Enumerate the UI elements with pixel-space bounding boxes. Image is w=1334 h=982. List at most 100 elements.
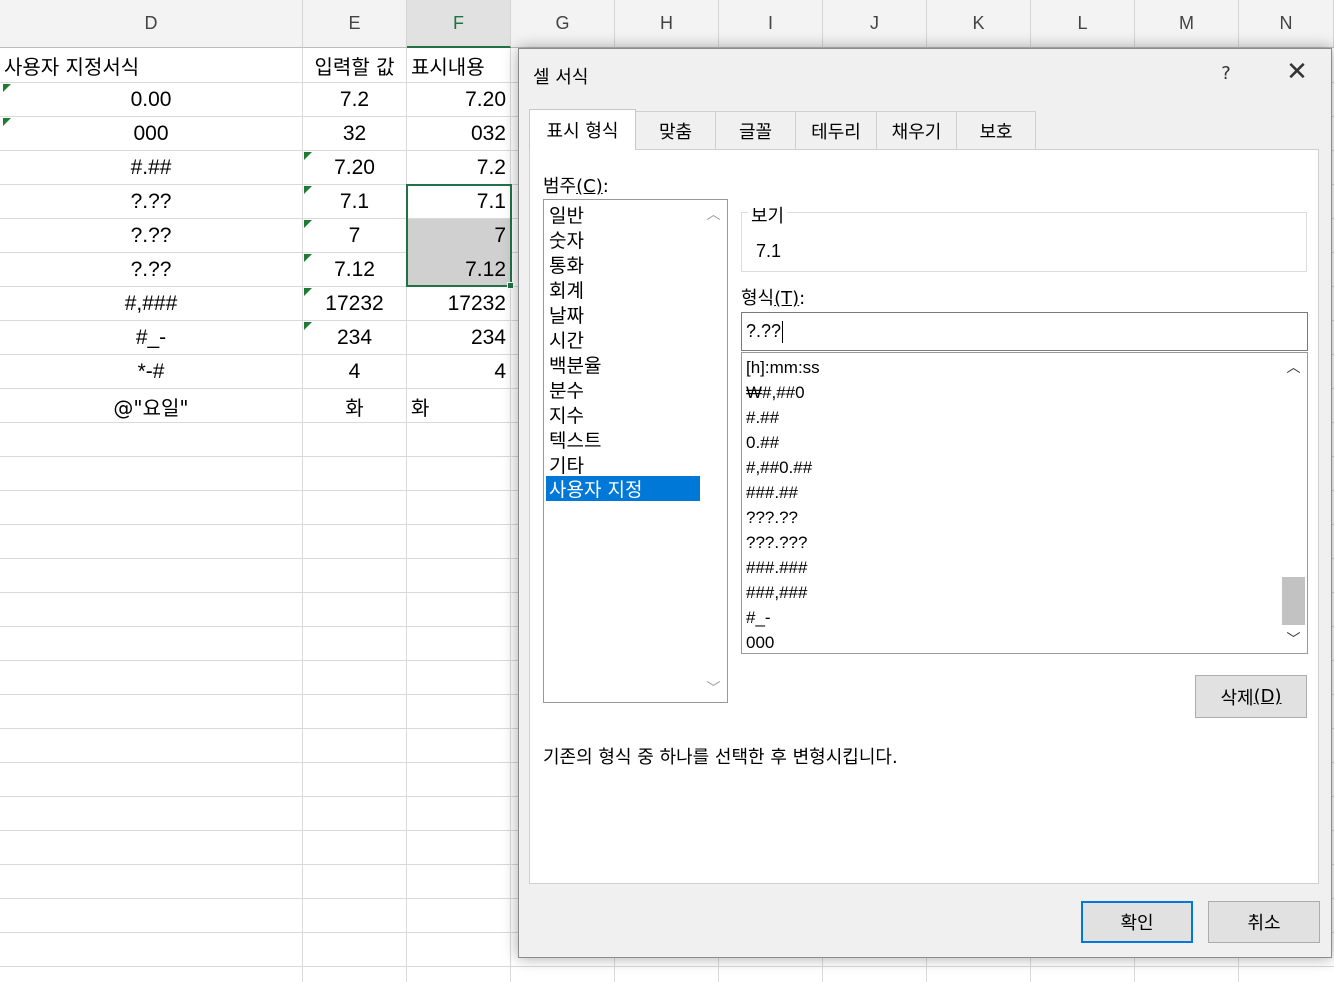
category-scrollbar[interactable]: ︿ ﹀ [700, 200, 727, 702]
format-item[interactable]: ###,### [746, 580, 807, 605]
format-item[interactable]: ###.### [746, 555, 807, 580]
cancel-button[interactable]: 취소 [1208, 901, 1320, 943]
cell-input[interactable]: 화 [303, 389, 406, 423]
category-item-number[interactable]: 숫자 [546, 227, 700, 252]
category-accelerator: (C) [576, 176, 603, 197]
column-header-n[interactable]: N [1239, 0, 1334, 48]
cell-format[interactable]: ?.?? [0, 185, 302, 219]
category-item-date[interactable]: 날짜 [546, 302, 700, 327]
format-listbox[interactable]: [h]:mm:ss ₩#,##0 #.## 0.## #,##0.## ###.… [741, 352, 1308, 654]
cell-format[interactable]: *-# [0, 355, 302, 389]
category-item-text[interactable]: 텍스트 [546, 427, 700, 452]
column-header-d[interactable]: D [0, 0, 303, 48]
cell-display[interactable]: 화 [407, 389, 510, 423]
error-indicator-icon [3, 84, 11, 92]
tab-border[interactable]: 테두리 [795, 111, 877, 150]
number-tab-panel: 범주(C): 일반 숫자 통화 회계 날짜 시간 백분율 분수 지수 텍스트 기… [529, 149, 1319, 884]
tab-number[interactable]: 표시 형식 [529, 109, 636, 150]
format-item[interactable]: ###.## [746, 480, 798, 505]
cell-format[interactable]: #_- [0, 321, 302, 355]
cell-input[interactable]: 4 [303, 355, 406, 389]
format-item[interactable]: #,##0.## [746, 455, 812, 480]
category-item-percentage[interactable]: 백분율 [546, 352, 700, 377]
scroll-down-icon[interactable]: ﹀ [700, 676, 727, 700]
column-header-e[interactable]: E [303, 0, 407, 48]
column-header-g[interactable]: G [511, 0, 615, 48]
error-indicator-icon [304, 152, 312, 160]
scroll-up-icon[interactable]: ︿ [700, 202, 727, 226]
type-input[interactable]: ?.?? [741, 312, 1308, 351]
category-item-currency[interactable]: 통화 [546, 252, 700, 277]
cell-display[interactable]: 4 [407, 355, 510, 389]
tab-font[interactable]: 글꼴 [715, 111, 796, 150]
cell-display[interactable]: 032 [407, 117, 510, 151]
category-item-custom[interactable]: 사용자 지정 [546, 476, 700, 501]
cell-input[interactable]: 7.2 [303, 83, 406, 117]
category-item-accounting[interactable]: 회계 [546, 277, 700, 302]
cell-format[interactable]: @"요일" [0, 389, 302, 423]
cell-input[interactable]: 7.1 [303, 185, 406, 219]
format-item[interactable]: ???.??? [746, 530, 807, 555]
error-indicator-icon [304, 186, 312, 194]
cell-input[interactable]: 234 [303, 321, 406, 355]
error-indicator-icon [3, 118, 11, 126]
cell-format[interactable]: ?.?? [0, 219, 302, 253]
cell-header-display[interactable]: 표시내용 [407, 48, 510, 82]
cell-input[interactable]: 17232 [303, 287, 406, 321]
close-icon[interactable]: ✕ [1283, 59, 1311, 87]
category-item-time[interactable]: 시간 [546, 327, 700, 352]
cell-format[interactable]: #,### [0, 287, 302, 321]
tab-fill[interactable]: 채우기 [876, 111, 957, 150]
help-button[interactable]: ? [1214, 63, 1238, 84]
cell-format[interactable]: ?.?? [0, 253, 302, 287]
cell-display[interactable]: 17232 [407, 287, 510, 321]
cell-format[interactable]: 0.00 [0, 83, 302, 117]
format-item[interactable]: #.## [746, 405, 779, 430]
delete-button[interactable]: 삭제 (D) [1195, 675, 1307, 718]
format-item[interactable]: ???.?? [746, 505, 798, 530]
format-item[interactable]: #_- [746, 605, 771, 630]
cell-display[interactable]: 7.20 [407, 83, 510, 117]
category-item-special[interactable]: 기타 [546, 452, 700, 477]
cell-format[interactable]: #.## [0, 151, 302, 185]
cell-input[interactable]: 32 [303, 117, 406, 151]
scroll-up-icon[interactable]: ︿ [1280, 355, 1307, 379]
column-header-f[interactable]: F [407, 0, 511, 48]
column-header-m[interactable]: M [1135, 0, 1239, 48]
category-item-scientific[interactable]: 지수 [546, 402, 700, 427]
category-item-general[interactable]: 일반 [546, 202, 700, 227]
column-header-l[interactable]: L [1031, 0, 1135, 48]
category-item-fraction[interactable]: 분수 [546, 377, 700, 402]
format-item[interactable]: ₩#,##0 [746, 380, 805, 405]
preview-groupbox [741, 212, 1307, 272]
format-item[interactable]: [h]:mm:ss [746, 355, 820, 380]
column-header-j[interactable]: J [823, 0, 927, 48]
fill-handle[interactable] [507, 282, 514, 289]
preview-value: 7.1 [756, 241, 782, 261]
cell-input[interactable]: 7.12 [303, 253, 406, 287]
grid-line [0, 966, 1334, 967]
tab-protection[interactable]: 보호 [956, 111, 1036, 150]
tab-alignment[interactable]: 맞춤 [635, 111, 716, 150]
cell-header-format[interactable]: 사용자 지정서식 [0, 48, 302, 82]
error-indicator-icon [304, 220, 312, 228]
category-listbox[interactable]: 일반 숫자 통화 회계 날짜 시간 백분율 분수 지수 텍스트 기타 사용자 지… [543, 199, 728, 703]
column-header-h[interactable]: H [615, 0, 719, 48]
scrollbar-thumb[interactable] [1282, 577, 1305, 625]
error-indicator-icon [304, 254, 312, 262]
scroll-down-icon[interactable]: ﹀ [1280, 627, 1307, 651]
cell-input[interactable]: 7.20 [303, 151, 406, 185]
preview-label: 보기 [748, 202, 788, 228]
cell-display[interactable]: 7.2 [407, 151, 510, 185]
type-label-text: 형식 [741, 288, 775, 309]
column-header-k[interactable]: K [927, 0, 1031, 48]
cell-header-input[interactable]: 입력할 값 [303, 48, 406, 82]
column-header-i[interactable]: I [719, 0, 823, 48]
cell-format[interactable]: 000 [0, 117, 302, 151]
format-scrollbar[interactable]: ︿ ﹀ [1280, 353, 1307, 653]
format-item[interactable]: 0.## [746, 430, 779, 455]
format-item[interactable]: 000 [746, 630, 774, 653]
ok-button[interactable]: 확인 [1081, 901, 1193, 943]
cell-display[interactable]: 234 [407, 321, 510, 355]
cell-input[interactable]: 7 [303, 219, 406, 253]
